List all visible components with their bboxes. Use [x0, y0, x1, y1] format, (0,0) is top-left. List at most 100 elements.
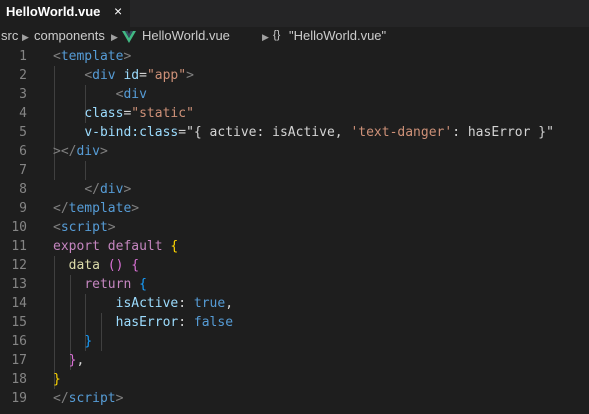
- object-symbol-icon: {}: [273, 29, 281, 41]
- code-line[interactable]: 13 return {: [0, 275, 589, 294]
- code-line[interactable]: 12 data () {: [0, 256, 589, 275]
- code-text[interactable]: <div id="app">: [53, 66, 194, 85]
- code-line[interactable]: 2 <div id="app">: [0, 66, 589, 85]
- code-line[interactable]: 5 v-bind:class="{ active: isActive, 'tex…: [0, 123, 589, 142]
- code-token: }: [53, 372, 61, 387]
- line-number: 8: [19, 182, 27, 197]
- code-token: :: [178, 296, 194, 311]
- line-number: 2: [19, 68, 27, 83]
- code-text[interactable]: ></div>: [53, 142, 108, 161]
- code-line[interactable]: 15 hasError: false: [0, 313, 589, 332]
- code-token: >: [131, 201, 140, 216]
- code-text[interactable]: class="static": [53, 104, 194, 123]
- code-line[interactable]: 10 <script>: [0, 218, 589, 237]
- line-number: 9: [19, 201, 27, 216]
- line-number: 6: [19, 144, 27, 159]
- code-text[interactable]: </script>: [53, 389, 123, 408]
- code-token: v-bind:class: [84, 125, 179, 140]
- code-text[interactable]: <div: [53, 85, 147, 104]
- chevron-right-icon: ▶: [262, 32, 269, 42]
- breadcrumb-components[interactable]: components: [34, 28, 105, 43]
- code-token: >: [186, 68, 194, 83]
- code-token: div: [123, 87, 147, 102]
- chevron-right-icon: ▶: [22, 32, 29, 42]
- code-text[interactable]: },: [53, 351, 85, 370]
- breadcrumb-src[interactable]: src: [1, 28, 18, 43]
- code-token: >: [115, 391, 124, 406]
- vue-file-icon: [122, 31, 136, 43]
- code-token: <: [53, 220, 61, 235]
- code-line[interactable]: 4 class="static": [0, 104, 589, 123]
- breadcrumb-symbol[interactable]: "HelloWorld.vue": [289, 28, 386, 43]
- code-token: "{ active: isActive,: [186, 125, 351, 140]
- code-token: class: [84, 106, 124, 121]
- code-token: ,: [225, 296, 234, 311]
- code-line[interactable]: 17 },: [0, 351, 589, 370]
- code-text[interactable]: </div>: [53, 180, 131, 199]
- code-token: false: [193, 315, 234, 330]
- code-token: ,: [76, 353, 85, 368]
- code-line[interactable]: 8 </div>: [0, 180, 589, 199]
- code-line[interactable]: 1 <template>: [0, 47, 589, 66]
- code-token: export: [53, 239, 100, 254]
- code-text[interactable]: <template>: [53, 47, 131, 66]
- code-token: div: [76, 144, 100, 159]
- code-line[interactable]: 9 </template>: [0, 199, 589, 218]
- code-line[interactable]: 18}: [0, 370, 589, 389]
- code-text[interactable]: export default {: [53, 237, 178, 256]
- code-text[interactable]: return {: [53, 275, 147, 294]
- code-token: isActive: [115, 296, 179, 311]
- code-line[interactable]: 11 export default {: [0, 237, 589, 256]
- code-text[interactable]: isActive: true,: [53, 294, 233, 313]
- chevron-right-icon: ▶: [111, 32, 118, 42]
- code-token: : hasError }": [452, 125, 554, 140]
- code-token: true: [193, 296, 226, 311]
- code-line[interactable]: 6 ></div>: [0, 142, 589, 161]
- code-token: (): [107, 258, 124, 273]
- code-text[interactable]: <script>: [53, 218, 116, 237]
- code-text[interactable]: }: [53, 332, 92, 351]
- line-number: 11: [11, 239, 27, 254]
- code-line[interactable]: 3 <div: [0, 85, 589, 104]
- code-token: </: [53, 391, 69, 406]
- code-text[interactable]: </template>: [53, 199, 139, 218]
- code-token: 'text-danger': [350, 125, 453, 140]
- code-text[interactable]: hasError: false: [53, 313, 233, 332]
- code-text[interactable]: v-bind:class="{ active: isActive, 'text-…: [53, 123, 554, 142]
- tab-bar: HelloWorld.vue ×: [0, 0, 589, 27]
- code-token: return: [84, 277, 132, 292]
- close-icon[interactable]: ×: [114, 3, 122, 19]
- line-number: 7: [19, 163, 27, 178]
- code-token: >: [123, 49, 132, 64]
- breadcrumb-file[interactable]: HelloWorld.vue: [142, 28, 230, 43]
- code-token: div: [92, 68, 116, 83]
- line-number: 3: [19, 87, 27, 102]
- code-token: template: [68, 201, 132, 216]
- code-token: hasError: [115, 315, 179, 330]
- code-token: :: [178, 315, 194, 330]
- code-line[interactable]: 19 </script>: [0, 389, 589, 408]
- code-editor[interactable]: 1 <template> 2 <div id="app"> 3 <div 4 class…: [0, 47, 589, 414]
- line-number: 18: [11, 372, 27, 387]
- code-text[interactable]: }: [53, 370, 61, 389]
- code-token: script: [68, 391, 116, 406]
- code-token: >: [53, 144, 61, 159]
- code-token: }: [84, 334, 93, 349]
- code-text[interactable]: data () {: [53, 256, 139, 275]
- code-token: script: [60, 220, 108, 235]
- code-token: id: [123, 68, 140, 83]
- code-line[interactable]: 14 isActive: true,: [0, 294, 589, 313]
- code-line[interactable]: 16 }: [0, 332, 589, 351]
- code-line[interactable]: 7: [0, 161, 589, 180]
- tab-helloworld-vue[interactable]: HelloWorld.vue ×: [0, 0, 130, 27]
- tab-title[interactable]: HelloWorld.vue: [6, 4, 100, 19]
